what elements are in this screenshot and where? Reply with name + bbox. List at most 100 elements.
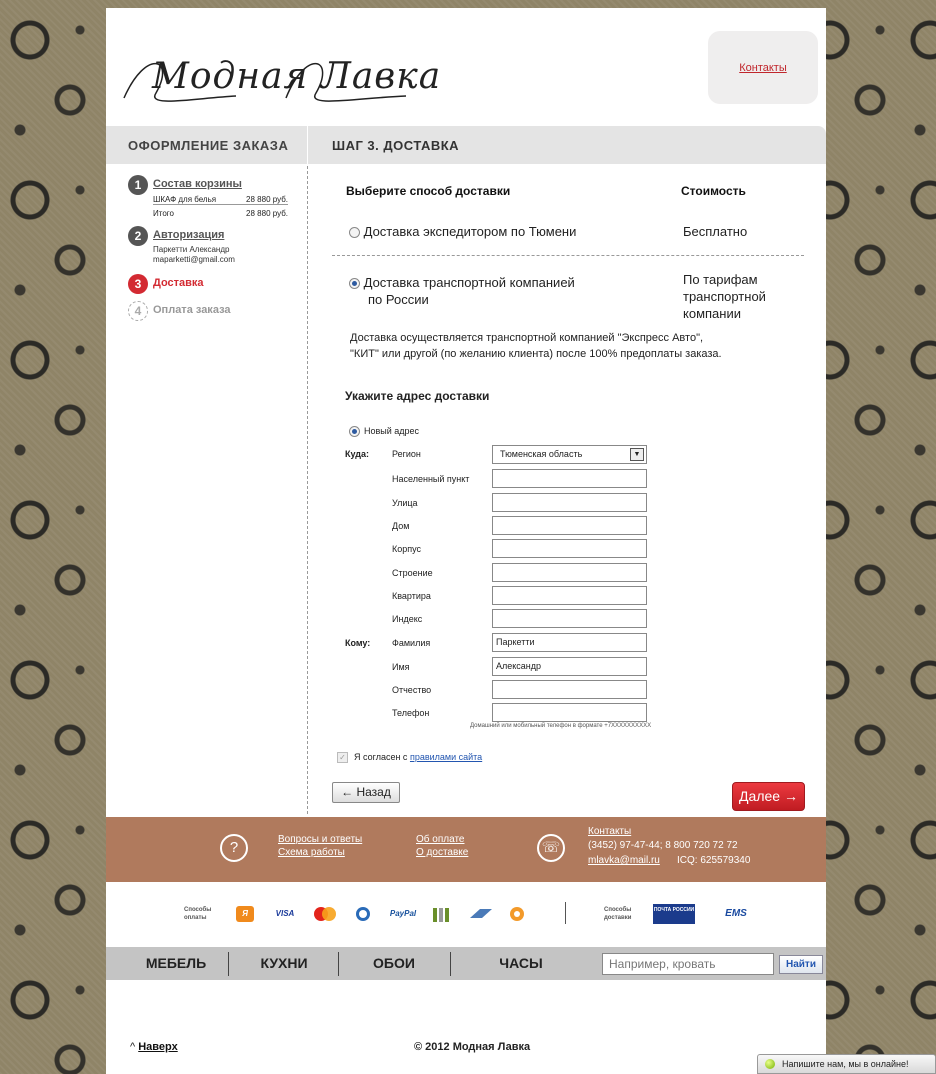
nav-divider bbox=[450, 952, 451, 976]
new-address-label: Новый адрес bbox=[364, 426, 420, 436]
payment-info-link[interactable]: Об оплате bbox=[416, 834, 464, 845]
radio-new-address[interactable] bbox=[349, 426, 360, 438]
nav-item-clocks[interactable]: ЧАСЫ bbox=[456, 947, 586, 980]
phone-field[interactable] bbox=[492, 703, 647, 722]
online-chat-widget[interactable]: Напишите нам, мы в онлайне! bbox=[757, 1054, 936, 1074]
step-number: 1 bbox=[128, 175, 148, 195]
russia-cost-line-2: транспортной bbox=[683, 289, 766, 304]
site-rules-link[interactable]: правилами сайта bbox=[410, 752, 482, 762]
checkout-titlebar: ОФОРМЛЕНИЕ ЗАКАЗА ШАГ 3. ДОСТАВКА bbox=[106, 126, 826, 164]
footer-icq: ICQ: 625579340 bbox=[677, 855, 751, 866]
patronymic-field[interactable] bbox=[492, 680, 647, 699]
back-to-top: ^ Наверх bbox=[130, 1041, 178, 1053]
name-field[interactable]: Александр bbox=[492, 657, 647, 676]
region-select[interactable]: Тюменская область ▼ bbox=[492, 445, 647, 464]
surname-field[interactable]: Паркетти bbox=[492, 633, 647, 652]
step-payment-label: Оплата заказа bbox=[153, 304, 231, 316]
footer-contacts-link[interactable]: Контакты bbox=[588, 826, 631, 837]
russian-post-icon: ПОЧТА РОССИИ bbox=[653, 904, 695, 924]
search-button[interactable]: Найти bbox=[779, 955, 823, 974]
delivery-note: Доставка осуществляется транспортной ком… bbox=[350, 330, 722, 362]
payment-caption-1: Способы bbox=[184, 907, 212, 913]
next-button[interactable]: Далее → bbox=[732, 782, 805, 811]
nav-item-furniture[interactable]: МЕБЕЛЬ bbox=[126, 947, 226, 980]
mastercard-icon bbox=[312, 906, 338, 922]
site-logo[interactable]: Модная Лавка bbox=[116, 38, 440, 108]
footer-links: ? Вопросы и ответы Схема работы Об оплат… bbox=[106, 817, 826, 882]
cart-item-price: 28 880 руб. bbox=[246, 195, 288, 204]
agree-checkbox[interactable]: ✓ bbox=[337, 752, 348, 764]
russia-cost-line-1: По тарифам bbox=[683, 272, 758, 287]
schedule-link[interactable]: Схема работы bbox=[278, 847, 345, 858]
auth-name: Паркетти Александр bbox=[153, 245, 230, 254]
step-number: 2 bbox=[128, 226, 148, 246]
field-label-street: Улица bbox=[392, 498, 418, 508]
building-field[interactable] bbox=[492, 539, 647, 558]
chevron-down-icon[interactable]: ▼ bbox=[630, 448, 644, 461]
visa-icon: VISA bbox=[275, 909, 295, 918]
field-label-name: Имя bbox=[392, 662, 410, 672]
online-status-icon bbox=[765, 1059, 775, 1069]
field-label-patronymic: Отчество bbox=[392, 685, 432, 695]
where-label: Куда: bbox=[345, 449, 369, 459]
delivery-caption-1: Способы bbox=[604, 907, 632, 913]
webmoney-icon bbox=[354, 906, 372, 922]
chat-label: Напишите нам, мы в онлайне! bbox=[782, 1059, 909, 1069]
phone-icon: ☏ bbox=[537, 834, 565, 862]
delivery-caption-2: доставки bbox=[604, 915, 632, 921]
field-label-city: Населенный пункт bbox=[392, 474, 470, 484]
search-input[interactable]: Например, кровать bbox=[602, 953, 774, 975]
phone-hint: Домашний или мобильный телефон в формате… bbox=[470, 723, 652, 729]
nav-item-kitchens[interactable]: КУХНИ bbox=[234, 947, 334, 980]
cost-header: Стоимость bbox=[681, 184, 746, 198]
logo-text: Модная Лавка bbox=[152, 56, 442, 97]
column-divider bbox=[307, 126, 308, 814]
cart-item-row: ШКАФ для белья 28 880 руб. bbox=[153, 195, 288, 205]
radio-city[interactable] bbox=[349, 227, 360, 239]
step-auth-link[interactable]: Авторизация bbox=[153, 229, 224, 241]
nav-divider bbox=[338, 952, 339, 976]
footer-phones: (3452) 97-47-44; 8 800 720 72 72 bbox=[588, 840, 738, 851]
yandex-money-icon: Я bbox=[236, 906, 254, 922]
ems-icon: EMS bbox=[725, 908, 747, 919]
house-field[interactable] bbox=[492, 516, 647, 535]
delivery-option-russia-label-1: Доставка транспортной компанией bbox=[363, 275, 575, 290]
delivery-note-line-2: "КИТ" или другой (по желанию клиента) по… bbox=[350, 348, 722, 360]
step-title: ШАГ 3. ДОСТАВКА bbox=[332, 138, 460, 153]
new-address-option[interactable]: Новый адрес bbox=[349, 426, 420, 438]
field-label-house: Дом bbox=[392, 521, 410, 531]
delivery-option-city-cost: Бесплатно bbox=[683, 224, 748, 239]
delivery-note-line-1: Доставка осуществляется транспортной ком… bbox=[350, 332, 704, 344]
field-label-surname: Фамилия bbox=[392, 638, 431, 648]
payment-caption: Способы оплаты bbox=[184, 906, 211, 922]
delivery-option-russia-cost: По тарифам транспортной компании bbox=[683, 271, 766, 322]
qiwi-icon bbox=[432, 906, 450, 922]
category-nav: МЕБЕЛЬ КУХНИ ОБОИ ЧАСЫ Например, кровать… bbox=[106, 947, 826, 980]
delivery-option-russia[interactable]: Доставка транспортной компанией по Росси… bbox=[349, 274, 575, 308]
zip-field[interactable] bbox=[492, 609, 647, 628]
cart-total-label: Итого bbox=[153, 209, 174, 218]
titlebar-divider bbox=[307, 126, 308, 164]
copyright: © 2012 Модная Лавка bbox=[414, 1041, 531, 1053]
contacts-link[interactable]: Контакты bbox=[739, 62, 787, 74]
field-label-region: Регион bbox=[392, 449, 421, 459]
city-field[interactable] bbox=[492, 469, 647, 488]
field-label-zip: Индекс bbox=[392, 614, 423, 624]
nav-item-wallpaper[interactable]: ОБОИ bbox=[344, 947, 444, 980]
faq-link[interactable]: Вопросы и ответы bbox=[278, 834, 362, 845]
street-field[interactable] bbox=[492, 493, 647, 512]
step-cart-link[interactable]: Состав корзины bbox=[153, 178, 242, 190]
russia-cost-line-3: компании bbox=[683, 306, 741, 321]
back-to-top-link[interactable]: Наверх bbox=[138, 1041, 178, 1053]
delivery-info-link[interactable]: О доставке bbox=[416, 847, 468, 858]
question-icon: ? bbox=[220, 834, 248, 862]
radio-russia[interactable] bbox=[349, 278, 360, 290]
structure-field[interactable] bbox=[492, 563, 647, 582]
delivery-option-city-label: Доставка экспедитором по Тюмени bbox=[363, 224, 577, 239]
footer-email-link[interactable]: mlavka@mail.ru bbox=[588, 855, 660, 866]
back-button[interactable]: ← Назад bbox=[332, 782, 400, 803]
payment-divider bbox=[565, 902, 566, 924]
apartment-field[interactable] bbox=[492, 586, 647, 605]
checkout-title: ОФОРМЛЕНИЕ ЗАКАЗА bbox=[128, 138, 289, 153]
delivery-option-city[interactable]: Доставка экспедитором по Тюмени bbox=[349, 223, 576, 240]
